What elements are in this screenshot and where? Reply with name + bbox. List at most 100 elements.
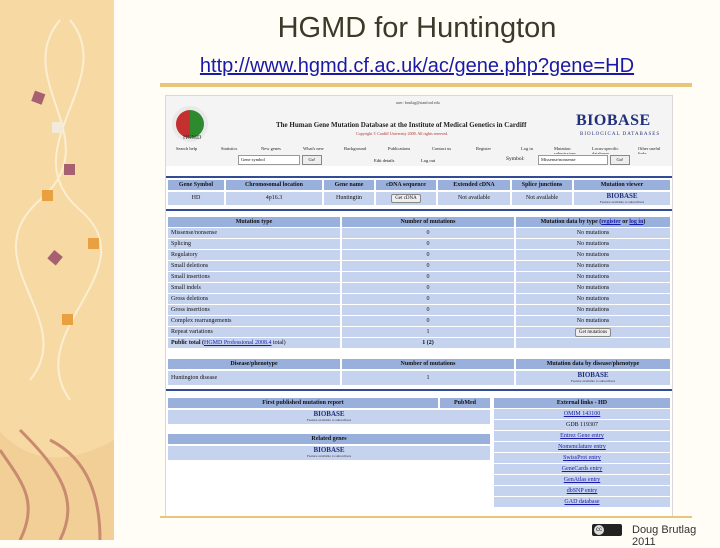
col-number-mutations: Number of mutations — [342, 217, 514, 227]
mutation-type-cell: Gross deletions — [168, 294, 340, 304]
mutation-count-cell: 0 — [342, 283, 514, 293]
go-button[interactable]: Go! — [302, 155, 322, 165]
biobase-tagline: BIOLOGICAL DATABASES — [580, 132, 661, 137]
col-gene-symbol: Gene Symbol — [168, 180, 224, 190]
section-rule — [166, 389, 672, 391]
mutation-type-cell: Gross insertions — [168, 305, 340, 315]
disease-count: 1 — [342, 371, 514, 385]
external-link-entrez[interactable]: Entrez Gene entry — [494, 431, 670, 441]
mutation-type-cell: Regulatory — [168, 250, 340, 260]
mutation-data-cell: No mutations — [516, 250, 670, 260]
creative-commons-icon: cc — [592, 524, 622, 536]
disease-data-badge: BIOBASE Feature available to subscribers — [516, 371, 670, 385]
mutation-data-cell: No mutations — [516, 305, 670, 315]
log-out-link[interactable]: Log out — [421, 158, 435, 163]
mutation-data-cell: No mutations — [516, 228, 670, 238]
slide-title: HGMD for Huntington — [277, 12, 557, 44]
splice-value: Not available — [512, 192, 572, 205]
external-link-nomenclature[interactable]: Nomenclature entry — [494, 442, 670, 452]
get-mutations-button[interactable]: Get mutations — [574, 328, 612, 337]
external-link-gad[interactable]: GAD database — [494, 497, 670, 507]
gene-search-select[interactable]: Gene symbol — [238, 155, 300, 165]
mutation-data-cell: No mutations — [516, 283, 670, 293]
mutation-data-cell: No mutations — [516, 272, 670, 282]
nav-contact-us[interactable]: Contact us — [432, 146, 451, 151]
copyright: Copyright © Cardiff University 2008. All… — [356, 131, 449, 136]
external-link-dbsnp[interactable]: dbSNP entry — [494, 486, 670, 496]
hgmd-professional-link[interactable]: HGMD Professional 2008.4 — [204, 340, 272, 346]
nav-log-in[interactable]: Log in — [521, 146, 533, 151]
go-button-2[interactable]: Go! — [610, 155, 630, 165]
external-link-genatlas[interactable]: GenAtlas entry — [494, 475, 670, 485]
related-genes-badge: BIOBASE Feature available to subscribers — [168, 446, 490, 460]
mutation-type-cell: Small insertions — [168, 272, 340, 282]
mutation-data-cell: No mutations — [516, 239, 670, 249]
site-nav: Search help Statistics New genes What's … — [176, 146, 666, 156]
external-link-swissprot[interactable]: SwissProt entry — [494, 453, 670, 463]
col-pubmed: PubMed — [440, 398, 490, 408]
nav-whats-new[interactable]: What's new — [303, 146, 324, 151]
site-title: The Human Gene Mutation Database at the … — [276, 121, 527, 129]
gene-name-value: Huntingtin — [324, 192, 374, 205]
mutation-count-cell: 0 — [342, 250, 514, 260]
mutation-data-cell: No mutations — [516, 294, 670, 304]
dna-helix-decoration — [0, 19, 114, 540]
section-rule — [166, 209, 672, 211]
nav-background[interactable]: Background — [344, 146, 366, 151]
log-in-link[interactable]: log in — [629, 219, 643, 225]
col-mutation-data: Mutation data by type (register or log i… — [516, 217, 670, 227]
mutation-data-cell: No mutations — [516, 316, 670, 326]
col-first-report: First published mutation report — [168, 398, 438, 408]
mutation-count-cell: 0 — [342, 316, 514, 326]
mutation-count-cell: 1 — [342, 327, 514, 337]
external-link-genecards[interactable]: GeneCards entry — [494, 464, 670, 474]
col-mutation-viewer: Mutation viewer — [574, 180, 670, 190]
mutation-type-cell: Complex rearrangements — [168, 316, 340, 326]
mutation-type-cell: Small deletions — [168, 261, 340, 271]
nav-new-genes[interactable]: New genes — [261, 146, 281, 151]
public-total-cell: Public total (HGMD Professional 2008.4 t… — [168, 338, 340, 348]
nav-statistics[interactable]: Statistics — [221, 146, 237, 151]
register-link[interactable]: register — [601, 219, 620, 225]
mutation-data-cell: No mutations — [516, 261, 670, 271]
hgmd-logo-icon: HGMD — [172, 106, 208, 142]
col-splice-junctions: Splice junctions — [512, 180, 572, 190]
col-chromosomal-location: Chromosomal location — [226, 180, 322, 190]
symbol-label: Symbol: — [506, 156, 525, 162]
disease-name: Huntington disease — [168, 371, 340, 385]
mutation-type-cell: Missense/nonsense — [168, 228, 340, 238]
edit-details-link[interactable]: Edit details — [374, 158, 394, 163]
col-extended-cdna: Extended cDNA — [438, 180, 510, 190]
external-link-omim[interactable]: OMIM 143100 — [494, 409, 670, 419]
mutation-viewer-badge: BIOBASE Feature available to subscribers — [574, 192, 670, 205]
slide-url-link[interactable]: http://www.hgmd.cf.ac.uk/ac/gene.php?gen… — [114, 55, 720, 78]
col-gene-name: Gene name — [324, 180, 374, 190]
col-disease-count: Number of mutations — [342, 359, 514, 369]
hgmd-webpage: HGMD user: brutlag@stanford.edu The Huma… — [165, 95, 673, 517]
mutation-count-cell: 0 — [342, 305, 514, 315]
external-link-gdb: GDB 119307 — [494, 420, 670, 430]
decorative-sidebar — [0, 0, 114, 540]
extended-cdna-value: Not available — [438, 192, 510, 205]
section-rule — [166, 176, 672, 178]
nav-search-help[interactable]: Search help — [176, 146, 197, 151]
mutation-type-cell: Splicing — [168, 239, 340, 249]
mutation-type-select[interactable]: Missense/nonsense — [538, 155, 608, 165]
col-related-genes: Related genes — [168, 434, 490, 444]
get-cdna-button[interactable]: Get cDNA — [391, 194, 421, 203]
mutation-count-cell: 0 — [342, 294, 514, 304]
nav-register[interactable]: Register — [476, 146, 491, 151]
col-mutation-type: Mutation type — [168, 217, 340, 227]
biobase-logo: BIOBASE — [576, 112, 651, 129]
nav-publications[interactable]: Publications — [388, 146, 410, 151]
divider-top — [160, 83, 692, 87]
gene-symbol-value: HD — [168, 192, 224, 205]
author-credit: Doug Brutlag 2011 — [632, 524, 697, 548]
divider-bottom — [160, 516, 692, 518]
public-total-empty — [516, 338, 670, 348]
cdna-cell: Get cDNA — [376, 192, 436, 205]
public-total-count: 1 (2) — [342, 338, 514, 348]
mutation-count-cell: 0 — [342, 261, 514, 271]
col-disease-data: Mutation data by disease/phenotype — [516, 359, 670, 369]
mutation-type-cell: Repeat variations — [168, 327, 340, 337]
